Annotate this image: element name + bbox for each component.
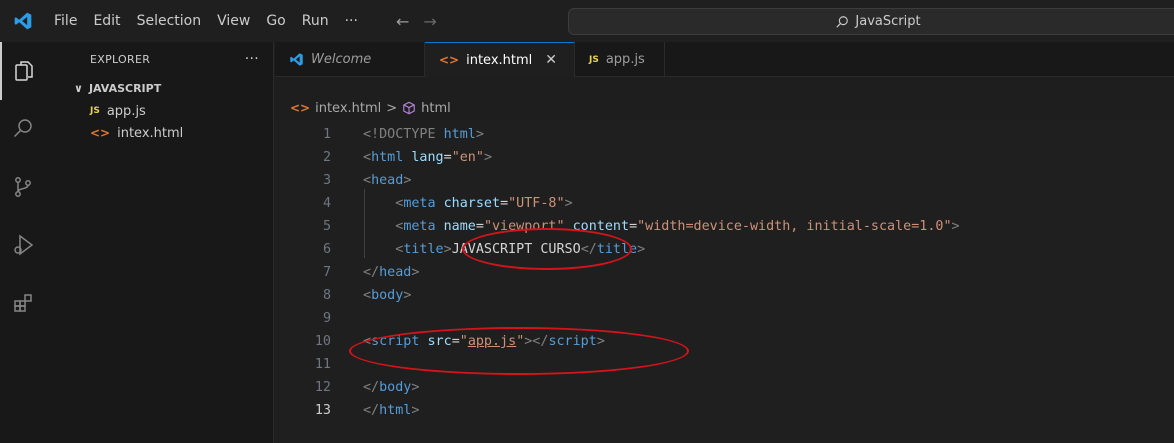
code-line: 6 <title>JAVASCRIPT CURSO</title> (275, 238, 1174, 261)
line-number: 11 (314, 357, 331, 372)
menu-bar: File Edit Selection View Go Run ··· (46, 0, 366, 42)
tab-label: intex.html (466, 52, 533, 68)
code-text: <title>JAVASCRIPT CURSO</title> (395, 242, 646, 257)
tab-label: app.js (605, 52, 645, 67)
code-line: 5 <meta name="viewport" content="width=d… (275, 215, 1174, 238)
tab-app-js[interactable]: JS app.js (575, 42, 665, 77)
menu-go[interactable]: Go (258, 13, 293, 29)
line-number: 6 (322, 242, 331, 257)
code-editor[interactable]: 1 <!DOCTYPE html> 2 <html lang="en"> 3 <… (275, 120, 1174, 443)
code-text: </html> (363, 403, 420, 418)
html-file-icon: <> (90, 126, 111, 140)
line-number: 8 (322, 288, 331, 303)
code-text: <script src="app.js"></script> (363, 334, 605, 349)
menu-file[interactable]: File (46, 13, 85, 29)
line-number: 9 (322, 311, 331, 326)
breadcrumb: <> intex.html > html (290, 98, 451, 118)
code-line: 7 </head> (275, 261, 1174, 284)
code-line: 9 (275, 307, 1174, 330)
explorer-sidebar: EXPLORER ··· ∨ JAVASCRIPT JS app.js <> i… (46, 42, 274, 443)
command-center-search[interactable]: JavaScript (568, 8, 1174, 35)
line-number: 2 (322, 150, 331, 165)
line-number: 7 (322, 265, 331, 280)
code-line: 2 <html lang="en"> (275, 146, 1174, 169)
line-number: 10 (314, 334, 331, 349)
js-file-icon: JS (90, 106, 100, 116)
chevron-down-icon: ∨ (74, 81, 83, 95)
file-intex-html[interactable]: <> intex.html (46, 122, 273, 144)
code-line: 13 </html> (275, 399, 1174, 422)
tab-intex-html[interactable]: <> intex.html ✕ (425, 42, 575, 77)
tab-welcome[interactable]: Welcome (275, 42, 425, 77)
code-line: 1 <!DOCTYPE html> (275, 123, 1174, 146)
code-line: 12 </body> (275, 376, 1174, 399)
nav-arrows: ← → (396, 12, 437, 31)
line-number: 5 (322, 219, 331, 234)
file-label: app.js (106, 103, 146, 119)
search-icon (836, 15, 849, 28)
menu-view[interactable]: View (209, 13, 258, 29)
breadcrumb-file[interactable]: intex.html (315, 101, 381, 116)
menu-more[interactable]: ··· (337, 13, 366, 29)
html-element-icon (403, 101, 415, 115)
title-bar: File Edit Selection View Go Run ··· ← → … (0, 0, 1174, 42)
vscode-logo-icon (0, 0, 46, 42)
extensions-icon[interactable] (0, 274, 46, 332)
explorer-header: EXPLORER ··· (46, 42, 273, 76)
menu-run[interactable]: Run (294, 13, 337, 29)
js-file-icon: JS (589, 54, 599, 65)
code-line: 10 <script src="app.js"></script> (275, 330, 1174, 353)
code-line: 8 <body> (275, 284, 1174, 307)
file-app-js[interactable]: JS app.js (46, 100, 273, 122)
code-text: </head> (363, 265, 420, 280)
editor-tab-bar: Welcome <> intex.html ✕ JS app.js (275, 42, 1174, 77)
explorer-more-button[interactable]: ··· (245, 51, 259, 67)
folder-label: JAVASCRIPT (88, 81, 162, 95)
explorer-icon[interactable] (0, 42, 46, 100)
code-text: <body> (363, 288, 412, 303)
line-number: 4 (322, 196, 331, 211)
forward-arrow-icon[interactable]: → (423, 12, 436, 31)
html-file-icon: <> (290, 101, 311, 115)
back-arrow-icon[interactable]: ← (396, 12, 409, 31)
close-icon[interactable]: ✕ (545, 52, 557, 68)
code-line: 4 <meta charset="UTF-8"> (275, 192, 1174, 215)
code-text: <html lang="en"> (363, 150, 492, 165)
vscode-tab-icon (290, 53, 303, 66)
search-sidebar-icon[interactable] (0, 100, 46, 158)
html-file-icon: <> (439, 53, 460, 67)
line-number: 12 (314, 380, 331, 395)
breadcrumb-separator: > (386, 100, 398, 116)
code-text: </body> (363, 380, 420, 395)
code-line: 3 <head> (275, 169, 1174, 192)
code-line: 11 (275, 353, 1174, 376)
line-number: 1 (322, 127, 331, 142)
line-number-current: 13 (314, 403, 331, 418)
menu-edit[interactable]: Edit (85, 13, 128, 29)
search-label: JavaScript (855, 14, 921, 29)
run-debug-icon[interactable] (0, 216, 46, 274)
file-label: intex.html (117, 125, 184, 141)
activity-bar (0, 42, 46, 443)
line-number: 3 (322, 173, 331, 188)
code-text: <meta name="viewport" content="width=dev… (395, 219, 960, 234)
code-text: <!DOCTYPE html> (363, 127, 484, 142)
tab-label: Welcome (311, 52, 372, 67)
breadcrumb-node[interactable]: html (421, 101, 451, 116)
code-text: <head> (363, 173, 412, 188)
folder-javascript[interactable]: ∨ JAVASCRIPT (46, 76, 273, 100)
explorer-title: EXPLORER (90, 52, 151, 66)
source-control-icon[interactable] (0, 158, 46, 216)
menu-selection[interactable]: Selection (129, 13, 210, 29)
code-text: <meta charset="UTF-8"> (395, 196, 573, 211)
